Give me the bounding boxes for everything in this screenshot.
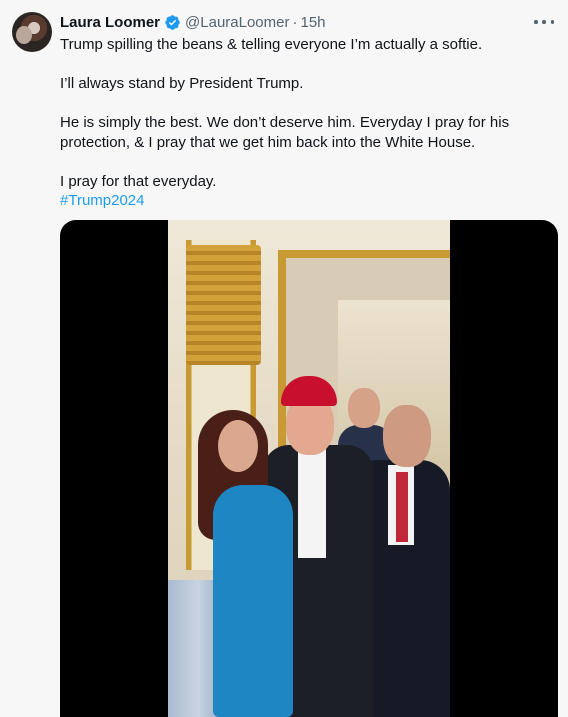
tweet-paragraph: I pray for that everyday.: [60, 172, 217, 190]
video-frame: [168, 220, 450, 717]
person-left-dress: [213, 485, 293, 717]
pillar-capital: [186, 245, 261, 365]
tweet-paragraph: He is simply the best. We don’t deserve …: [60, 114, 510, 151]
hashtag-link[interactable]: #Trump2024: [60, 191, 530, 211]
tweet: Laura Loomer @LauraLoomer · 15h Trump sp…: [0, 0, 568, 717]
separator-dot: ·: [292, 13, 298, 31]
tweet-paragraph: Trump spilling the beans & telling every…: [60, 36, 483, 53]
avatar-figure: [16, 26, 32, 44]
verified-badge-icon: [165, 14, 180, 30]
more-dot: [550, 20, 554, 24]
post-time[interactable]: 15h: [300, 14, 325, 31]
person-right-face: [383, 405, 431, 467]
person-background-face: [348, 388, 380, 428]
tweet-paragraph: I’ll always stand by President Trump.: [60, 75, 304, 92]
author-name[interactable]: Laura Loomer: [60, 14, 160, 31]
person-center-shirt: [298, 448, 326, 558]
person-right-tie: [396, 472, 408, 542]
tweet-header: Laura Loomer @LauraLoomer · 15h: [60, 12, 326, 32]
more-dot: [534, 20, 538, 24]
tweet-video[interactable]: [60, 220, 558, 717]
author-handle[interactable]: @LauraLoomer: [185, 14, 289, 31]
tweet-text: Trump spilling the beans & telling every…: [60, 35, 530, 211]
more-options-icon[interactable]: [534, 14, 554, 30]
author-avatar[interactable]: [12, 12, 52, 52]
more-dot: [542, 20, 546, 24]
person-left-face: [218, 420, 258, 472]
